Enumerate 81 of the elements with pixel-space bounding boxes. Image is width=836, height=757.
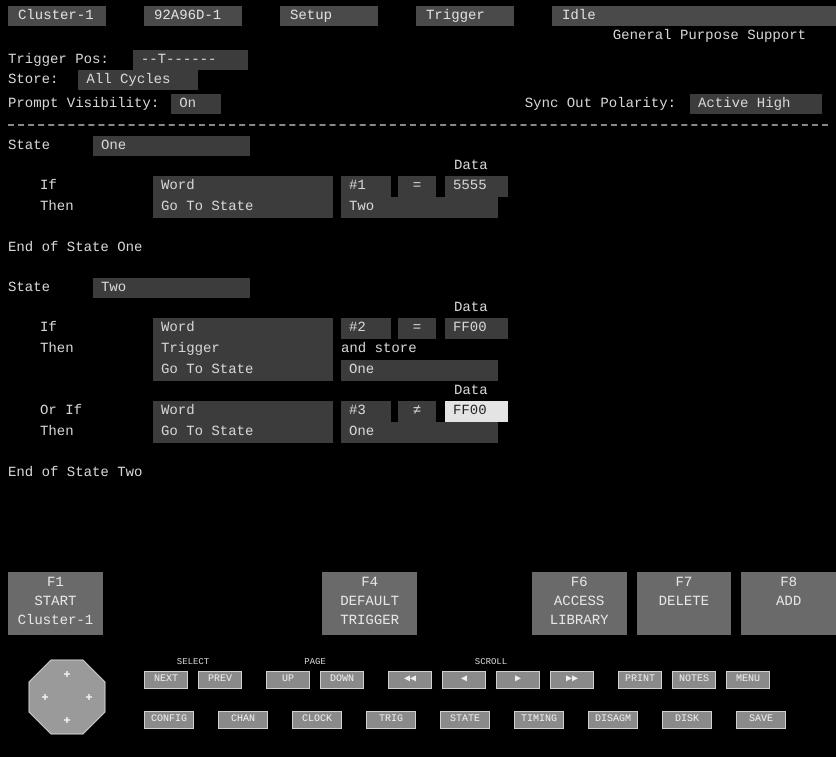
- state-name-field[interactable]: One: [93, 136, 250, 156]
- group-label: SCROLL: [474, 656, 508, 669]
- setting-label: Sync Out Polarity:: [524, 95, 676, 114]
- event-field[interactable]: Word Go To State: [153, 401, 333, 443]
- action-label: Then: [40, 198, 75, 217]
- keypad-button[interactable]: ◀◀: [388, 671, 432, 689]
- keypad-button[interactable]: DISK: [662, 711, 712, 729]
- group-label: PAGE: [304, 656, 326, 669]
- setting-label: Prompt Visibility:: [8, 95, 160, 114]
- group-label: SELECT: [176, 656, 210, 669]
- keypad-button[interactable]: TIMING: [514, 711, 564, 729]
- sync-polarity-field[interactable]: Active High: [690, 94, 822, 114]
- function-key[interactable]: F4 DEFAULT TRIGGER: [322, 572, 417, 635]
- clause-label: If: [40, 319, 58, 338]
- pattern-field[interactable]: #2: [341, 318, 391, 339]
- subtitle: General Purpose Support: [612, 27, 806, 46]
- function-key[interactable]: F7 DELETE: [636, 572, 732, 635]
- event-text: Word: [161, 177, 196, 196]
- keypad-button[interactable]: ▶: [496, 671, 540, 689]
- action-text: Go To State: [161, 423, 254, 442]
- keypad-button[interactable]: MENU: [726, 671, 770, 689]
- header-cell: Cluster-1: [8, 6, 106, 26]
- keypad-button[interactable]: CHAN: [218, 711, 268, 729]
- pattern-field[interactable]: #1: [341, 176, 391, 197]
- action-label: Then: [40, 423, 75, 442]
- setting-label: Trigger Pos:: [8, 51, 109, 70]
- operator-field[interactable]: =: [398, 318, 436, 339]
- target-field[interactable]: One: [341, 360, 498, 381]
- action-label: Then: [40, 340, 75, 359]
- event-field[interactable]: Word Go To State: [153, 176, 333, 218]
- operator-field[interactable]: ≠: [398, 401, 436, 422]
- event-text: Word: [161, 402, 196, 421]
- prompt-visibility-field[interactable]: On: [171, 94, 222, 114]
- keypad-button[interactable]: UP: [266, 671, 310, 689]
- trigger-pos-field[interactable]: --T------: [132, 50, 248, 70]
- keypad-button[interactable]: STATE: [440, 711, 490, 729]
- event-field[interactable]: Word Trigger Go To State: [153, 318, 333, 381]
- keypad-button[interactable]: NEXT: [144, 671, 188, 689]
- keypad-button[interactable]: DOWN: [320, 671, 364, 689]
- data-field[interactable]: FF00: [445, 318, 508, 339]
- keypad-button[interactable]: ▶▶: [550, 671, 594, 689]
- target-field[interactable]: One: [341, 422, 498, 443]
- action-text: Trigger: [161, 340, 221, 359]
- data-field[interactable]: 5555: [445, 176, 508, 197]
- data-label: Data: [454, 299, 488, 318]
- setting-label: Store:: [8, 71, 58, 90]
- operator-field[interactable]: =: [398, 176, 436, 197]
- keypad-button[interactable]: CLOCK: [292, 711, 342, 729]
- keypad-button[interactable]: PRINT: [618, 671, 662, 689]
- keypad-button[interactable]: SAVE: [736, 711, 786, 729]
- keypad-button[interactable]: NOTES: [672, 671, 716, 689]
- keypad-button[interactable]: TRIG: [366, 711, 416, 729]
- header-cell: Trigger: [416, 6, 514, 26]
- action-note: and store: [341, 340, 418, 359]
- store-field[interactable]: All Cycles: [78, 70, 198, 90]
- keypad-button[interactable]: CONFIG: [144, 711, 194, 729]
- state-end-text: End of State One: [8, 239, 144, 258]
- target-field[interactable]: Two: [341, 197, 498, 218]
- keypad-button[interactable]: PREV: [198, 671, 242, 689]
- function-key[interactable]: F8 ADD: [741, 572, 836, 635]
- keypad-button[interactable]: DISAGM: [588, 711, 638, 729]
- data-field[interactable]: FF00: [445, 401, 508, 422]
- header-cell: 92A96D-1: [144, 6, 242, 26]
- keypad-button[interactable]: ◀: [442, 671, 486, 689]
- state-end-text: End of State Two: [8, 464, 144, 483]
- action-text: Go To State: [161, 361, 254, 380]
- state-label: State: [8, 279, 52, 298]
- direction-pad-icon[interactable]: [28, 659, 106, 735]
- clause-label: If: [40, 177, 58, 196]
- data-label: Data: [454, 382, 488, 401]
- event-text: Word: [161, 319, 196, 338]
- pattern-field[interactable]: #3: [341, 401, 391, 422]
- state-name-field[interactable]: Two: [93, 278, 250, 298]
- data-label: Data: [454, 157, 488, 176]
- header-cell: Idle: [552, 6, 836, 26]
- header-cell: Setup: [280, 6, 378, 26]
- clause-label: Or If: [40, 402, 84, 421]
- state-label: State: [8, 137, 52, 156]
- action-text: Go To State: [161, 198, 254, 217]
- function-key[interactable]: F1 START Cluster-1: [8, 572, 103, 635]
- function-key[interactable]: F6 ACCESS LIBRARY: [532, 572, 626, 635]
